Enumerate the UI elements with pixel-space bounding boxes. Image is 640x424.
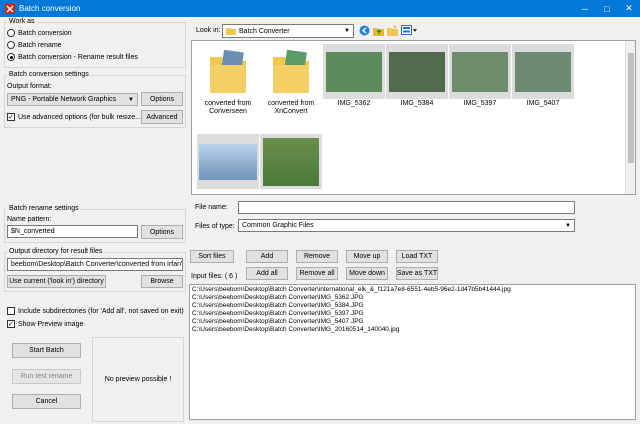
radio-dot	[7, 29, 15, 37]
folder-item[interactable]: converted from Converseen	[197, 44, 259, 116]
browse-button[interactable]: Browse	[141, 275, 183, 288]
add-button[interactable]: Add	[246, 250, 288, 263]
folder-with-photo-icon	[273, 49, 309, 93]
radio-batch-rename[interactable]: Batch rename	[7, 41, 62, 49]
file-type-label: Files of type:	[195, 223, 235, 230]
up-folder-icon[interactable]	[373, 25, 384, 36]
photo-thumbnail	[515, 51, 571, 92]
image-item[interactable]: IMG_5362	[323, 44, 385, 108]
image-item[interactable]: IMG_5397	[449, 44, 511, 108]
maximize-button[interactable]: □	[596, 0, 618, 17]
look-in-select[interactable]: Batch Converter ▼	[222, 24, 354, 38]
photo-thumbnail	[326, 51, 382, 92]
file-browser-view[interactable]: converted from Converseen converted from…	[191, 40, 636, 195]
scrollbar-thumb[interactable]	[628, 53, 634, 163]
folder-icon	[226, 28, 236, 35]
list-item[interactable]: C:\Users\beebom\Desktop\Batch Converter\…	[192, 326, 633, 334]
radio-dot-selected	[7, 53, 15, 61]
image-item[interactable]	[260, 134, 322, 190]
photo-thumbnail	[263, 137, 319, 186]
save-as-txt-button[interactable]: Save as TXT	[396, 267, 438, 280]
run-test-rename-button[interactable]: Run test rename	[12, 369, 81, 384]
remove-button[interactable]: Remove	[296, 250, 338, 263]
close-button[interactable]: ✕	[618, 0, 640, 17]
chevron-down-icon: ▼	[344, 28, 350, 34]
add-all-button[interactable]: Add all	[246, 267, 288, 280]
file-view-scrollbar[interactable]	[625, 41, 635, 194]
list-item[interactable]: C:\Users\beebom\Desktop\Batch Converter\…	[192, 310, 633, 318]
sort-files-button[interactable]: Sort files	[190, 250, 234, 263]
advanced-options-checkbox[interactable]: ✓ Use advanced options (for bulk resize..…	[7, 113, 143, 121]
start-batch-button[interactable]: Start Batch	[12, 343, 81, 358]
name-pattern-label: Name pattern:	[7, 216, 52, 223]
no-preview-text: No preview possible !	[104, 376, 172, 383]
radio-batch-conversion[interactable]: Batch conversion	[7, 29, 72, 37]
photo-thumbnail	[452, 51, 508, 92]
folder-with-photo-icon	[210, 49, 246, 93]
window-title: Batch conversion	[19, 4, 81, 13]
output-format-label: Output format:	[7, 83, 52, 90]
view-menu-icon[interactable]	[401, 25, 417, 36]
minimize-button[interactable]: ─	[574, 0, 596, 17]
list-item[interactable]: C:\Users\beebom\Desktop\Batch Converter\…	[192, 294, 633, 302]
file-name-input[interactable]	[238, 201, 575, 214]
list-item[interactable]: C:\Users\beebom\Desktop\Batch Converter\…	[192, 302, 633, 310]
image-item[interactable]: IMG_5407	[512, 44, 574, 108]
chevron-down-icon: ▼	[565, 222, 571, 229]
format-options-button[interactable]: Options	[141, 92, 183, 106]
photo-thumbnail	[389, 51, 445, 92]
list-item[interactable]: C:\Users\beebom\Desktop\Batch Converter\…	[192, 286, 633, 294]
title-bar: Batch conversion ─ □ ✕	[0, 0, 640, 17]
check-icon: ✓	[7, 113, 15, 121]
chevron-down-icon: ▼	[128, 96, 134, 103]
folder-item[interactable]: converted from XnConvert	[260, 44, 322, 116]
radio-batch-conversion-rename[interactable]: Batch conversion - Rename result files	[7, 53, 138, 61]
new-folder-icon[interactable]	[387, 25, 398, 36]
back-icon[interactable]	[359, 25, 370, 36]
show-preview-checkbox[interactable]: ✓ Show Preview image	[7, 320, 83, 328]
input-files-list[interactable]: C:\Users\beebom\Desktop\Batch Converter\…	[189, 284, 636, 420]
output-format-select[interactable]: PNG - Portable Network Graphics ▼	[7, 93, 138, 106]
use-current-dir-button[interactable]: Use current ('look in') directory	[7, 275, 106, 288]
file-name-label: File name:	[195, 204, 228, 211]
advanced-button[interactable]: Advanced	[141, 110, 183, 124]
conversion-settings-label: Batch conversion settings	[7, 71, 91, 78]
work-as-label: Work as	[7, 18, 37, 25]
file-type-select[interactable]: Common Graphic Files ▼	[238, 219, 575, 232]
image-item[interactable]: IMG_5384	[386, 44, 448, 108]
check-icon: ✓	[7, 320, 15, 328]
name-pattern-input[interactable]: $N_converted	[7, 225, 138, 238]
photo-thumbnail	[199, 143, 257, 180]
rename-settings-label: Batch rename settings	[7, 205, 81, 212]
rename-options-button[interactable]: Options	[141, 225, 183, 239]
input-files-label: Input files: ( 6 )	[191, 273, 238, 280]
checkbox-box	[7, 307, 15, 315]
cancel-button[interactable]: Cancel	[12, 394, 81, 409]
look-in-label: Look in:	[196, 27, 221, 34]
output-dir-label: Output directory for result files	[7, 248, 105, 255]
move-down-button[interactable]: Move down	[346, 267, 388, 280]
remove-all-button[interactable]: Remove all	[296, 267, 338, 280]
preview-panel: No preview possible !	[92, 337, 184, 422]
load-txt-button[interactable]: Load TXT	[396, 250, 438, 263]
output-dir-input[interactable]: beebom\Desktop\Batch Converter\converted…	[7, 258, 183, 271]
include-subdirs-checkbox[interactable]: Include subdirectories (for 'Add all', n…	[7, 307, 184, 315]
irfanview-app-icon	[5, 3, 15, 14]
radio-dot	[7, 41, 15, 49]
list-item[interactable]: C:\Users\beebom\Desktop\Batch Converter\…	[192, 318, 633, 326]
move-up-button[interactable]: Move up	[346, 250, 388, 263]
image-item[interactable]	[197, 134, 259, 190]
